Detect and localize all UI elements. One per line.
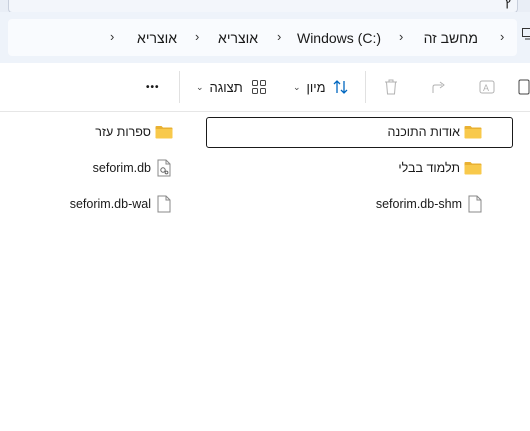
chevron-right-icon[interactable]: › [277,29,281,44]
more-options-button[interactable]: ••• [146,77,160,97]
copy-path-icon[interactable] [518,77,530,97]
file-item-file[interactable]: seforim.db-wal [70,192,171,216]
chevron-right-icon[interactable]: › [500,29,504,44]
tab-strip: ץ [0,0,530,13]
file-item-db[interactable]: seforim.db [93,156,171,180]
chevron-down-icon: ⌄ [196,81,204,92]
folder-icon [464,126,482,139]
chevron-down-icon: ⌄ [293,81,301,92]
file-name: seforim.db-wal [69,197,151,211]
sort-label: מיון [306,79,326,95]
file-item-folder[interactable]: ספרות עזר [95,120,173,144]
breadcrumb-this-pc[interactable]: מחשב זה [424,30,478,46]
toolbar-separator [365,71,366,103]
breadcrumb-otzaria-2[interactable]: אוצריא [137,30,177,46]
view-label: תצוגה [209,79,243,95]
svg-text:A: A [483,83,489,93]
folder-icon [155,126,173,139]
this-pc-icon[interactable] [522,28,530,40]
tab-close-icon[interactable]: ץ [504,0,511,9]
chevron-right-icon[interactable]: › [399,29,403,44]
file-icon [157,195,171,213]
view-button[interactable]: ⌄ תצוגה [196,77,267,97]
sort-button[interactable]: ⌄ מיון [293,77,350,97]
folder-icon [464,162,482,175]
chevron-right-icon[interactable]: › [195,29,199,44]
share-icon[interactable] [430,77,448,97]
file-item-folder[interactable]: אודות התוכנה [387,120,482,144]
file-item-folder[interactable]: תלמוד בבלי [398,156,482,180]
file-name: seforim.db [92,161,151,175]
file-name: ספרות עזר [95,125,151,139]
command-bar: A ⌄ מיון ⌄ תצוגה ••• [0,63,530,112]
file-item-file[interactable]: seforim.db-shm [376,192,482,216]
toolbar-separator [179,71,180,103]
view-grid-icon [251,80,266,94]
database-file-icon [157,159,171,177]
file-name: seforim.db-shm [375,197,462,211]
breadcrumb-drive-c[interactable]: Windows (C:) [297,30,381,46]
rename-icon[interactable]: A [478,77,496,97]
address-row: › מחשב זה › Windows (C:) › אוצריא › אוצר… [0,12,530,64]
sort-arrows-icon [333,80,348,94]
file-icon [468,195,482,213]
chevron-right-icon[interactable]: › [110,29,114,44]
breadcrumb-otzaria-1[interactable]: אוצריא [218,30,258,46]
file-name: תלמוד בבלי [398,161,460,175]
file-name: אודות התוכנה [387,125,460,139]
delete-icon[interactable] [383,77,399,97]
